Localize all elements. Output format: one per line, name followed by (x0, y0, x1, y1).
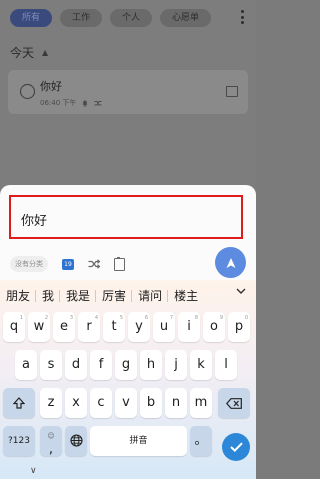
key-row-4: ?123 ☺ , 拼音 。 (0, 426, 256, 457)
key-j[interactable]: j (165, 350, 187, 380)
key-m[interactable]: m (190, 388, 212, 418)
key-a[interactable]: a (15, 350, 37, 380)
send-icon (226, 257, 235, 268)
symbols-key[interactable]: ?123 (3, 426, 35, 456)
new-task-sheet: 你好 没有分类 19 (0, 185, 256, 285)
key-q[interactable]: q1 (3, 312, 25, 342)
calendar-icon[interactable]: 19 (62, 258, 74, 270)
more-options-icon[interactable] (240, 10, 244, 24)
space-key[interactable]: 拼音 (90, 426, 187, 456)
candidate-word[interactable]: 我是 (60, 287, 97, 304)
key-row-2: a s d f g h j k l (0, 350, 256, 380)
key-k[interactable]: k (190, 350, 212, 380)
bell-icon (82, 100, 88, 107)
candidate-bar: 朋友 我 我是 厉害 请问 楼主 (0, 283, 256, 307)
task-item[interactable]: 你好 06:40 下午 (8, 70, 248, 114)
key-f[interactable]: f (90, 350, 112, 380)
key-n[interactable]: n (165, 388, 187, 418)
punctuation-key[interactable]: ☺ , (40, 426, 62, 457)
tab-wishlist[interactable]: 心愿单 (160, 9, 212, 27)
key-x[interactable]: x (65, 388, 87, 418)
key-y[interactable]: y6 (128, 312, 150, 342)
key-v[interactable]: v (115, 388, 137, 418)
candidate-word[interactable]: 请问 (132, 287, 169, 304)
shift-key[interactable] (3, 388, 35, 418)
hide-keyboard-button[interactable]: ∨ (30, 466, 37, 476)
key-o[interactable]: o9 (203, 312, 225, 342)
today-section-header[interactable]: 今天 ▲ (10, 44, 48, 61)
key-l[interactable]: l (215, 350, 237, 380)
soft-keyboard: 朋友 我 我是 厉害 请问 楼主 q1 w2 e3 r4 t5 y6 u7 i8… (0, 280, 256, 479)
send-button[interactable] (215, 247, 246, 278)
globe-icon (69, 434, 83, 447)
candidate-word[interactable]: 楼主 (168, 287, 204, 304)
key-t[interactable]: t5 (103, 312, 125, 342)
task-checkbox[interactable] (20, 84, 35, 99)
key-c[interactable]: c (90, 388, 112, 418)
period-key[interactable]: 。 (190, 426, 212, 456)
flag-icon[interactable] (226, 86, 238, 97)
task-toolbar: 没有分类 19 (10, 255, 125, 273)
key-e[interactable]: e3 (53, 312, 75, 342)
candidate-word[interactable]: 朋友 (0, 287, 37, 304)
chevron-down-icon[interactable] (236, 287, 246, 295)
task-input-text: 你好 (21, 214, 48, 229)
key-i[interactable]: i8 (178, 312, 200, 342)
key-d[interactable]: d (65, 350, 87, 380)
shift-icon (12, 397, 26, 409)
task-input-field[interactable]: 你好 (9, 195, 243, 239)
key-s[interactable]: s (40, 350, 62, 380)
section-title: 今天 (10, 46, 35, 60)
repeat-icon (94, 100, 102, 105)
clipboard-icon[interactable] (114, 256, 125, 271)
tab-personal[interactable]: 个人 (110, 9, 153, 27)
key-p[interactable]: p0 (228, 312, 250, 342)
candidate-word[interactable]: 厉害 (96, 287, 133, 304)
backspace-icon (226, 398, 242, 409)
category-chip[interactable]: 没有分类 (10, 256, 48, 272)
key-b[interactable]: b (140, 388, 162, 418)
key-g[interactable]: g (115, 350, 137, 380)
task-meta: 06:40 下午 (40, 98, 102, 108)
category-tabs: 所有 工作 个人 心愿单 (10, 8, 246, 28)
repeat-icon[interactable] (88, 259, 100, 269)
task-title: 你好 (40, 80, 62, 93)
candidate-word[interactable]: 我 (36, 287, 61, 304)
tab-work[interactable]: 工作 (60, 9, 103, 27)
task-time: 06:40 下午 (40, 99, 77, 107)
backspace-key[interactable] (218, 388, 250, 418)
key-h[interactable]: h (140, 350, 162, 380)
checkmark-icon (229, 442, 243, 452)
key-w[interactable]: w2 (28, 312, 50, 342)
key-u[interactable]: u7 (153, 312, 175, 342)
key-z[interactable]: z (40, 388, 62, 418)
key-r[interactable]: r4 (78, 312, 100, 342)
key-row-1: q1 w2 e3 r4 t5 y6 u7 i8 o9 p0 (0, 312, 256, 342)
key-row-3: z x c v b n m (0, 388, 256, 418)
tab-all[interactable]: 所有 (10, 9, 53, 27)
done-button[interactable] (222, 433, 250, 461)
collapse-caret-icon: ▲ (42, 48, 49, 57)
language-key[interactable] (65, 426, 87, 456)
